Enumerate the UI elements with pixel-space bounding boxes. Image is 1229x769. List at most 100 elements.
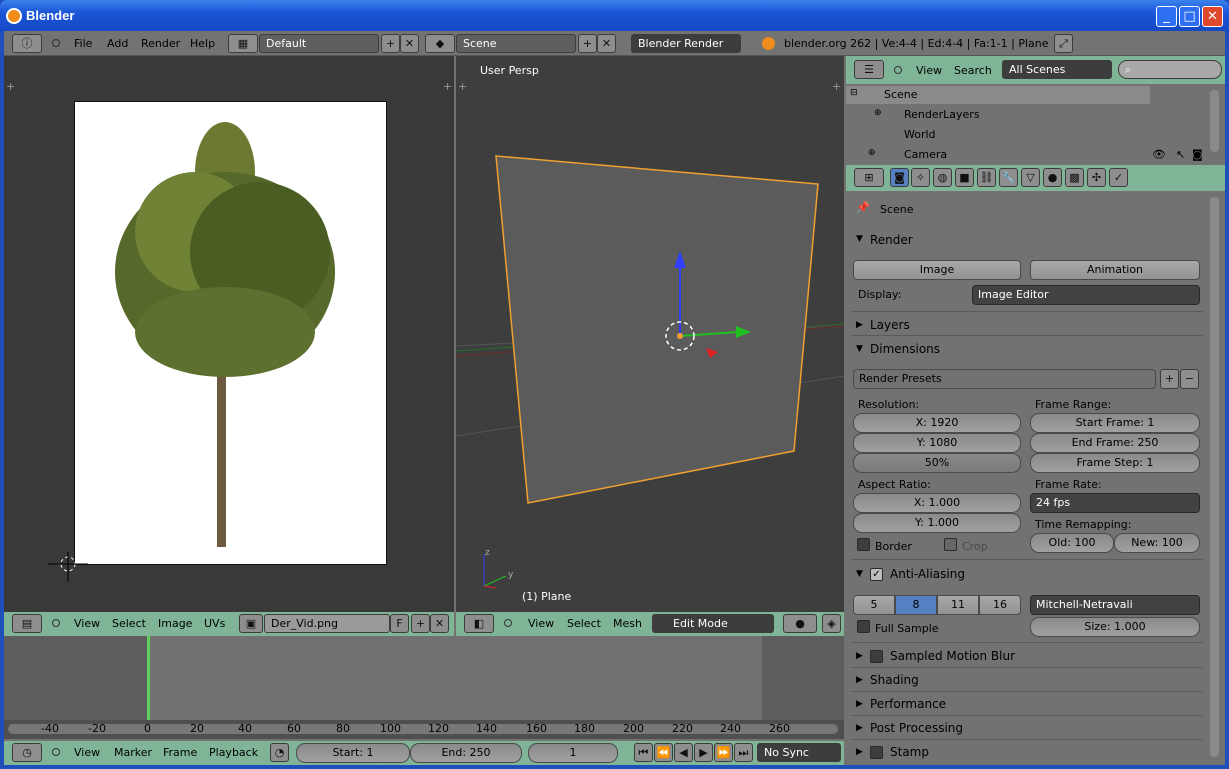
aspect-x-field[interactable]: X: 1.000: [853, 493, 1021, 513]
expand-triangle-icon[interactable]: ▶: [856, 651, 863, 661]
menu-view[interactable]: View: [74, 617, 100, 630]
performance-panel-title[interactable]: Performance: [870, 697, 946, 711]
editor-type-properties-icon[interactable]: ⊞: [854, 168, 884, 187]
editor-type-timeline-icon[interactable]: ◷: [12, 743, 42, 762]
expand-icon[interactable]: ⊕: [868, 148, 876, 158]
particles-tab-icon[interactable]: ✣: [1087, 168, 1106, 187]
menu-select[interactable]: Select: [567, 617, 601, 630]
crop-checkbox[interactable]: [944, 538, 957, 551]
menu-render[interactable]: Render: [141, 37, 180, 50]
menu-add[interactable]: Add: [107, 37, 128, 50]
fake-user-button[interactable]: F: [390, 614, 409, 633]
menu-search[interactable]: Search: [954, 64, 992, 77]
expand-triangle-icon[interactable]: ▶: [856, 675, 863, 685]
border-checkbox[interactable]: [857, 538, 870, 551]
current-frame-field[interactable]: 1: [528, 743, 618, 763]
add-screen-icon[interactable]: +: [381, 34, 400, 53]
aa-samples-5[interactable]: 5: [853, 595, 895, 615]
editor-type-image-icon[interactable]: ▤: [12, 614, 42, 633]
menu-file[interactable]: File: [74, 37, 92, 50]
current-frame-line[interactable]: [147, 636, 150, 720]
collapse-menu-icon[interactable]: [52, 39, 60, 47]
jump-key-back-icon[interactable]: ⏪: [654, 743, 673, 762]
collapse-triangle-icon[interactable]: ▼: [856, 344, 863, 354]
outliner-search-input[interactable]: ⌕: [1118, 60, 1222, 79]
render-engine-select[interactable]: Blender Render: [631, 34, 741, 53]
play-icon[interactable]: ▶: [694, 743, 713, 762]
fullscreen-icon[interactable]: ⤢: [1054, 34, 1073, 53]
menu-view[interactable]: View: [916, 64, 942, 77]
physics-tab-icon[interactable]: ✓: [1109, 168, 1128, 187]
properties-scrollbar[interactable]: [1210, 197, 1219, 757]
menu-playback[interactable]: Playback: [209, 746, 258, 759]
end-frame-field[interactable]: End: 250: [410, 743, 522, 763]
render-image-button[interactable]: Image: [853, 260, 1021, 280]
delete-scene-icon[interactable]: ✕: [597, 34, 616, 53]
image-editor[interactable]: + +: [4, 56, 454, 612]
menu-view[interactable]: View: [528, 617, 554, 630]
aa-samples-16[interactable]: 16: [979, 595, 1021, 615]
preview-range-icon[interactable]: ◔: [270, 743, 289, 762]
world-tab-icon[interactable]: ◍: [933, 168, 952, 187]
aa-samples-11[interactable]: 11: [937, 595, 979, 615]
dimensions-panel-title[interactable]: Dimensions: [870, 342, 940, 356]
frame-rate-select[interactable]: 24 fps: [1030, 493, 1200, 513]
full-sample-checkbox[interactable]: [857, 620, 870, 633]
anti-aliasing-title[interactable]: Anti-Aliasing: [890, 567, 965, 581]
data-tab-icon[interactable]: ▽: [1021, 168, 1040, 187]
frame-step-field[interactable]: Frame Step: 1: [1030, 453, 1200, 473]
outliner-item-camera[interactable]: Camera: [904, 148, 947, 161]
timeline-editor[interactable]: -40 -20 0 20 40 60 80 100 120 140 160 18…: [4, 636, 844, 739]
start-frame-field[interactable]: Start: 1: [296, 743, 410, 763]
time-new-field[interactable]: New: 100: [1114, 533, 1200, 553]
stamp-panel-title[interactable]: Stamp: [890, 745, 929, 759]
modifiers-tab-icon[interactable]: 🔧: [999, 168, 1018, 187]
delete-screen-icon[interactable]: ✕: [400, 34, 419, 53]
motion-blur-panel-title[interactable]: Sampled Motion Blur: [890, 649, 1015, 663]
remove-preset-icon[interactable]: −: [1180, 369, 1199, 389]
resolution-y-field[interactable]: Y: 1080: [853, 433, 1021, 453]
plus-icon[interactable]: +: [443, 80, 452, 93]
shading-panel-title[interactable]: Shading: [870, 673, 919, 687]
expand-triangle-icon[interactable]: ▶: [856, 723, 863, 733]
jump-end-icon[interactable]: ⏭: [734, 743, 753, 762]
collapse-icon[interactable]: ⊟: [850, 88, 858, 98]
menu-view[interactable]: View: [74, 746, 100, 759]
pin-icon[interactable]: 📌: [856, 201, 870, 214]
sync-select[interactable]: No Sync: [757, 743, 841, 762]
maximize-button[interactable]: □: [1179, 6, 1200, 27]
aa-size-field[interactable]: Size: 1.000: [1030, 617, 1200, 637]
material-tab-icon[interactable]: ●: [1043, 168, 1062, 187]
add-scene-icon[interactable]: +: [578, 34, 597, 53]
unlink-image-icon[interactable]: ✕: [430, 614, 449, 633]
play-reverse-icon[interactable]: ◀: [674, 743, 693, 762]
outliner-item-renderlayers[interactable]: RenderLayers: [904, 108, 980, 121]
scene-icon[interactable]: ◆: [425, 34, 455, 53]
outliner-item-world[interactable]: World: [904, 128, 936, 141]
object-tab-icon[interactable]: ■: [955, 168, 974, 187]
time-old-field[interactable]: Old: 100: [1030, 533, 1114, 553]
constraints-tab-icon[interactable]: ⛓: [977, 168, 996, 187]
editor-type-3d-icon[interactable]: ◧: [464, 614, 494, 633]
resolution-percent-slider[interactable]: 50%: [853, 453, 1021, 473]
frame-ruler[interactable]: [4, 720, 844, 739]
render-presets-select[interactable]: Render Presets: [853, 369, 1156, 389]
scene-field[interactable]: Scene: [456, 34, 576, 53]
motion-blur-checkbox[interactable]: [870, 650, 883, 663]
properties-panel[interactable]: 📌 Scene ▼ Render Image Animation Display…: [846, 191, 1225, 765]
outliner-tree[interactable]: ⊟ Scene ⊕ RenderLayers World ⊕ Camera 👁 …: [846, 84, 1225, 164]
stamp-checkbox[interactable]: [870, 746, 883, 759]
collapse-menu-icon[interactable]: [894, 66, 902, 74]
texture-tab-icon[interactable]: ▩: [1065, 168, 1084, 187]
3d-viewport[interactable]: User Persp (1) Plane z y + +: [456, 56, 844, 612]
visibility-eye-icon[interactable]: 👁: [1152, 148, 1166, 161]
menu-select[interactable]: Select: [112, 617, 146, 630]
plus-icon[interactable]: +: [458, 80, 467, 93]
jump-key-forward-icon[interactable]: ⏩: [714, 743, 733, 762]
start-frame-field[interactable]: Start Frame: 1: [1030, 413, 1200, 433]
editor-type-outliner-icon[interactable]: ☰: [854, 60, 884, 79]
render-panel-title[interactable]: Render: [870, 233, 913, 247]
collapse-menu-icon[interactable]: [52, 619, 60, 627]
shading-icon[interactable]: ●: [783, 614, 817, 633]
outliner-scrollbar[interactable]: [1210, 90, 1219, 152]
